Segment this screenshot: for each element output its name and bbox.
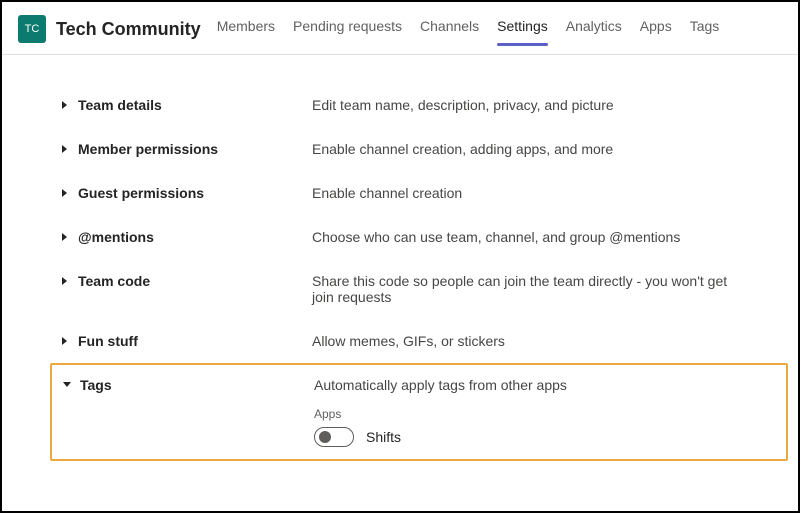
setting-title: Tags [80, 377, 112, 393]
toggle-label: Shifts [366, 429, 401, 445]
caret-right-icon [60, 232, 70, 242]
tab-tags[interactable]: Tags [690, 14, 720, 44]
caret-right-icon [60, 144, 70, 154]
tab-settings[interactable]: Settings [497, 14, 548, 44]
setting-desc: Edit team name, description, privacy, an… [312, 97, 614, 113]
caret-down-icon [62, 380, 72, 390]
tab-apps[interactable]: Apps [640, 14, 672, 44]
setting-member-permissions[interactable]: Member permissions Enable channel creati… [60, 127, 748, 171]
caret-right-icon [60, 188, 70, 198]
setting-fun-stuff[interactable]: Fun stuff Allow memes, GIFs, or stickers [60, 319, 748, 363]
setting-title: Guest permissions [78, 185, 204, 201]
setting-team-code[interactable]: Team code Share this code so people can … [60, 259, 748, 319]
toggle-knob [319, 431, 331, 443]
caret-right-icon [60, 336, 70, 346]
setting-title: @mentions [78, 229, 154, 245]
caret-right-icon [60, 100, 70, 110]
tab-members[interactable]: Members [217, 14, 275, 44]
team-name: Tech Community [56, 19, 201, 40]
tab-pending-requests[interactable]: Pending requests [293, 14, 402, 44]
tab-channels[interactable]: Channels [420, 14, 479, 44]
settings-content: Team details Edit team name, description… [2, 55, 798, 481]
setting-title: Member permissions [78, 141, 218, 157]
tab-analytics[interactable]: Analytics [566, 14, 622, 44]
tags-body: Apps Shifts [314, 407, 567, 447]
setting-title: Team details [78, 97, 162, 113]
setting-desc: Choose who can use team, channel, and gr… [312, 229, 680, 245]
shifts-toggle[interactable] [314, 427, 354, 447]
setting-mentions[interactable]: @mentions Choose who can use team, chann… [60, 215, 748, 259]
setting-tags[interactable]: Tags Automatically apply tags from other… [62, 371, 776, 447]
setting-guest-permissions[interactable]: Guest permissions Enable channel creatio… [60, 171, 748, 215]
caret-right-icon [60, 276, 70, 286]
setting-desc: Share this code so people can join the t… [312, 273, 748, 305]
apps-label: Apps [314, 407, 567, 421]
setting-team-details[interactable]: Team details Edit team name, description… [60, 83, 748, 127]
setting-desc: Enable channel creation, adding apps, an… [312, 141, 613, 157]
tabs: Members Pending requests Channels Settin… [217, 14, 720, 44]
setting-desc: Enable channel creation [312, 185, 462, 201]
team-avatar: TC [18, 15, 46, 43]
tags-highlight: Tags Automatically apply tags from other… [50, 363, 788, 461]
toggle-row: Shifts [314, 427, 567, 447]
header: TC Tech Community Members Pending reques… [2, 2, 798, 55]
tags-body-wrap: Automatically apply tags from other apps… [314, 377, 567, 447]
setting-desc: Allow memes, GIFs, or stickers [312, 333, 505, 349]
setting-title: Fun stuff [78, 333, 138, 349]
setting-desc: Automatically apply tags from other apps [314, 377, 567, 393]
setting-title: Team code [78, 273, 150, 289]
